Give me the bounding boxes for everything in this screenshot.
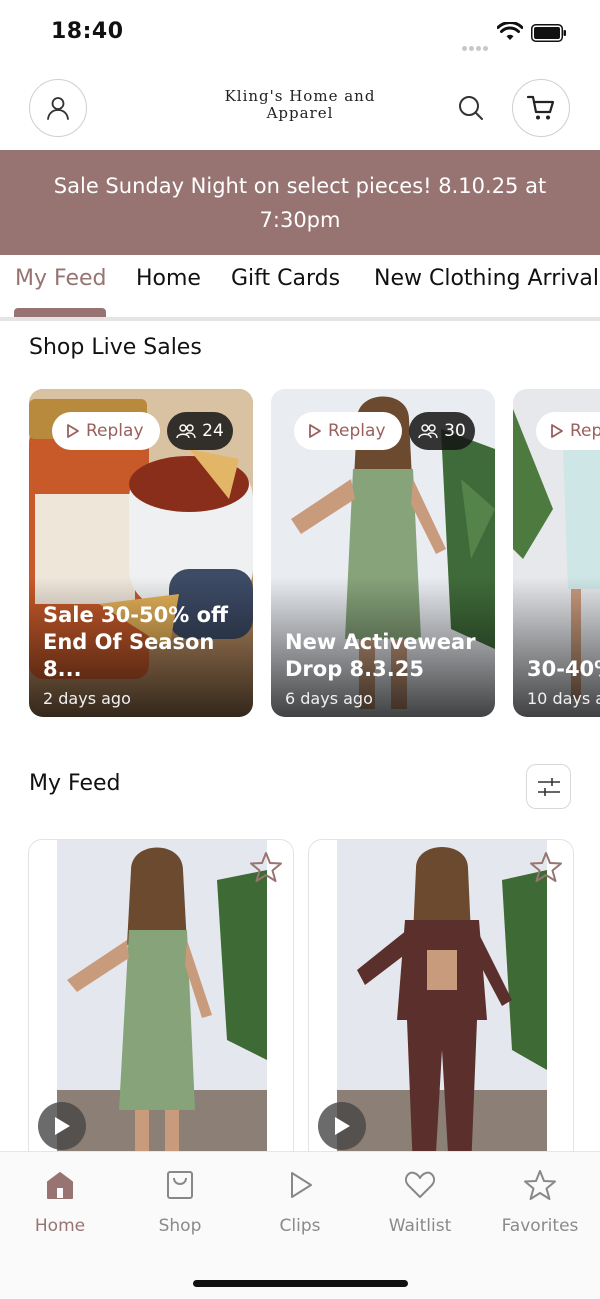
promo-banner-text: Sale Sunday Night on select pieces! 8.10… — [53, 173, 547, 232]
home-icon — [47, 1172, 73, 1199]
replay-button[interactable]: Replay — [536, 412, 600, 450]
brand-logo: Kling's Home and Apparel — [190, 88, 410, 122]
live-sale-title: 30-40% off select — [527, 657, 600, 681]
live-sale-title: Sale 30-50% off End Of Season 8... — [43, 603, 229, 681]
home-indicator — [193, 1280, 408, 1287]
nav-shop-label: Shop — [158, 1216, 202, 1236]
search-button[interactable] — [455, 92, 487, 124]
shop-bag-icon — [167, 1171, 193, 1199]
play-video-button[interactable] — [38, 1102, 86, 1150]
tab-home[interactable]: Home — [136, 266, 201, 291]
brand-line-1: Kling's Home and — [224, 87, 376, 105]
viewers-icon — [176, 424, 196, 439]
cart-button[interactable] — [512, 79, 570, 137]
live-sale-time: 2 days ago — [43, 689, 131, 708]
sliders-icon — [537, 777, 560, 796]
star-icon — [524, 1170, 556, 1200]
nav-waitlist-label: Waitlist — [388, 1216, 452, 1236]
replay-button[interactable]: Replay — [294, 412, 402, 450]
battery-icon — [531, 24, 566, 42]
brand-line-2: Apparel — [266, 104, 334, 122]
status-time: 18:40 — [51, 19, 124, 44]
activewear-set-photo — [337, 840, 547, 1168]
live-sale-card[interactable]: Replay 24 Sale 30-50% off End Of Season … — [29, 389, 253, 717]
product-photo — [57, 840, 267, 1168]
live-sale-time: 10 days ago — [527, 689, 600, 708]
nav-waitlist[interactable]: Waitlist — [360, 1168, 480, 1236]
nav-shop[interactable]: Shop — [120, 1168, 240, 1236]
viewer-count: 24 — [202, 421, 224, 441]
wifi-icon — [497, 22, 523, 40]
favorite-star-icon[interactable] — [249, 850, 283, 884]
signal-icon — [462, 36, 490, 51]
nav-home-label: Home — [34, 1216, 86, 1236]
feed-title: My Feed — [29, 771, 121, 796]
promo-banner[interactable]: Sale Sunday Night on select pieces! 8.10… — [0, 150, 600, 255]
live-sale-card[interactable]: Replay 30 New Activewear Drop 8.3.25 6 d… — [271, 389, 495, 717]
nav-favorites-label: Favorites — [501, 1216, 579, 1236]
replay-label: Replay — [328, 421, 386, 441]
user-icon — [47, 97, 69, 120]
feed-product-card[interactable] — [308, 839, 574, 1169]
play-outline-icon — [551, 424, 563, 438]
play-icon — [55, 1117, 70, 1135]
filter-button[interactable] — [526, 764, 571, 809]
tab-my-feed[interactable]: My Feed — [15, 266, 106, 291]
nav-clips[interactable]: Clips — [240, 1168, 360, 1236]
replay-label: Replay — [86, 421, 144, 441]
viewer-count-badge: 24 — [167, 412, 233, 450]
play-icon — [291, 1172, 312, 1198]
play-video-button[interactable] — [318, 1102, 366, 1150]
nav-clips-label: Clips — [279, 1216, 321, 1236]
replay-button[interactable]: Replay — [52, 412, 160, 450]
cart-icon — [526, 95, 555, 120]
play-outline-icon — [309, 424, 321, 438]
live-sale-title: New Activewear Drop 8.3.25 — [285, 630, 476, 681]
app-header: Kling's Home and Apparel — [0, 66, 600, 150]
play-icon — [335, 1117, 350, 1135]
product-photo — [337, 840, 547, 1168]
bottom-navigation: Home Shop Clips Waitlist Favorites — [0, 1151, 600, 1299]
viewers-icon — [418, 424, 438, 439]
profile-button[interactable] — [29, 79, 87, 137]
tab-new-clothing-arrivals[interactable]: New Clothing Arrivals — [374, 266, 600, 291]
active-tab-indicator — [14, 308, 106, 317]
live-sales-title: Shop Live Sales — [29, 335, 202, 360]
search-icon — [459, 96, 483, 120]
nav-home[interactable]: Home — [0, 1168, 120, 1236]
favorite-star-icon[interactable] — [529, 850, 563, 884]
replay-label: Replay — [570, 421, 600, 441]
nav-favorites[interactable]: Favorites — [480, 1168, 600, 1236]
viewer-count: 30 — [444, 421, 466, 441]
feed-product-card[interactable] — [28, 839, 294, 1169]
heart-icon — [404, 1171, 436, 1198]
live-sale-card[interactable]: Replay 30-40% off select 10 days ago — [513, 389, 600, 717]
status-bar: 18:40 — [0, 0, 600, 66]
tab-gift-cards[interactable]: Gift Cards — [231, 266, 340, 291]
viewer-count-badge: 30 — [409, 412, 475, 450]
play-outline-icon — [67, 424, 79, 438]
category-tabs: My Feed Home Gift Cards New Clothing Arr… — [0, 255, 600, 321]
live-sale-time: 6 days ago — [285, 689, 373, 708]
green-dress-photo — [57, 840, 267, 1168]
